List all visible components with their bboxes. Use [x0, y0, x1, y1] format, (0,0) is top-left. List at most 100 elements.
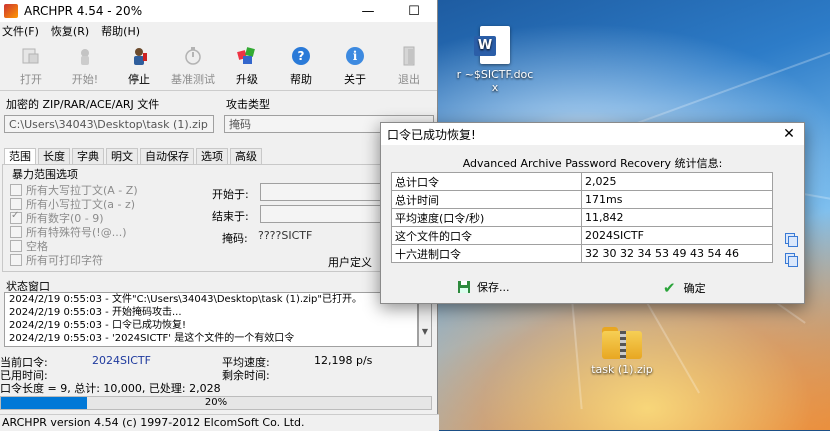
- word-file-name-suffix: x: [491, 81, 499, 94]
- tab-length[interactable]: 长度: [38, 148, 70, 165]
- copy-hex-icon[interactable]: [785, 253, 798, 267]
- tab-advanced[interactable]: 高级: [230, 148, 262, 165]
- checkmark-icon: ✔: [663, 279, 676, 297]
- option-printable[interactable]: 所有可打印字符: [10, 252, 103, 268]
- open-button[interactable]: 打开: [4, 40, 58, 90]
- open-label: 打开: [20, 73, 42, 86]
- tab-plaintext[interactable]: 明文: [106, 148, 138, 165]
- zip-folder-icon: [602, 325, 642, 359]
- desktop-icon-zip-file[interactable]: task (1).zip: [587, 325, 657, 376]
- upgrade-icon: [235, 44, 259, 68]
- status-bar: ARCHPR version 4.54 (c) 1997-2012 ElcomS…: [0, 414, 439, 431]
- remaining-time-label: 剩余时间:: [222, 369, 270, 382]
- floppy-disk-icon: [458, 281, 470, 293]
- special-checkbox[interactable]: [10, 226, 22, 238]
- desktop-icon-word-file[interactable]: W r ~$SICTF.doc x: [440, 26, 550, 94]
- scroll-down-icon[interactable]: ▼: [419, 326, 431, 337]
- stat-key: 总计口令: [391, 172, 582, 191]
- space-checkbox[interactable]: [10, 240, 22, 252]
- user-defined-label[interactable]: 用户定义: [328, 254, 372, 270]
- about-label: 关于: [344, 73, 366, 86]
- table-row: 总计口令 2,025: [391, 172, 773, 191]
- table-row: 十六进制口令 32 30 32 34 53 49 43 54 46: [391, 244, 773, 263]
- archpr-app-icon: [4, 4, 18, 18]
- stat-value: 171ms: [581, 190, 773, 209]
- encrypted-file-path-field[interactable]: C:\Users\34043\Desktop\task (1).zip: [4, 115, 214, 133]
- menu-file[interactable]: 文件(F): [2, 23, 39, 39]
- toolbar: 打开 开始! 停止 基准测试 升级 ? 帮助 i 关于 退出: [0, 40, 437, 91]
- current-password-value: 2024SICTF: [92, 354, 151, 367]
- tab-dictionary[interactable]: 字典: [72, 148, 104, 165]
- log-line: 2024/2/19 0:55:03 - 开始掩码攻击...: [9, 307, 182, 318]
- copy-password-icon[interactable]: [785, 233, 798, 247]
- dialog-titlebar[interactable]: 口令已成功恢复! ✕: [381, 123, 804, 145]
- save-button[interactable]: 保存...: [457, 279, 510, 295]
- attack-type-label: 攻击类型: [226, 98, 270, 111]
- ok-label: 确定: [683, 282, 706, 295]
- start-button[interactable]: 开始!: [58, 40, 112, 90]
- progress-bar: 20%: [0, 396, 432, 410]
- statistics-table: 总计口令 2,025 总计时间 171ms 平均速度(口令/秒) 11,842 这个文…: [391, 172, 773, 263]
- stop-label: 停止: [128, 73, 150, 86]
- mask-label: 掩码:: [222, 232, 248, 245]
- digits-checkbox[interactable]: [10, 210, 22, 224]
- benchmark-label: 基准测试: [171, 73, 215, 86]
- table-row: 平均速度(口令/秒) 11,842: [391, 208, 773, 227]
- printable-checkbox[interactable]: [10, 254, 22, 266]
- svg-text:i: i: [353, 49, 358, 63]
- dialog-close-button[interactable]: ✕: [774, 126, 804, 142]
- start-from-label: 开始于:: [212, 188, 249, 201]
- status-log[interactable]: 2024/2/19 0:55:03 - 文件"C:\Users\34043\De…: [4, 292, 418, 347]
- tab-autosave[interactable]: 自动保存: [140, 148, 194, 165]
- start-label: 开始!: [71, 73, 99, 86]
- uppercase-checkbox[interactable]: [10, 184, 22, 196]
- save-label: 保存...: [477, 281, 510, 294]
- main-titlebar[interactable]: ARCHPR 4.54 - 20% — ☐: [0, 0, 437, 22]
- table-row: 这个文件的口令 2024SICTF: [391, 226, 773, 245]
- stat-value: 2,025: [581, 172, 773, 191]
- stat-value: 11,842: [581, 208, 773, 227]
- stop-icon: [127, 44, 151, 68]
- table-row: 总计时间 171ms: [391, 190, 773, 209]
- exit-label: 退出: [398, 73, 420, 86]
- exit-button[interactable]: 退出: [382, 40, 436, 90]
- start-icon: [73, 44, 97, 68]
- stat-value[interactable]: 32 30 32 34 53 49 43 54 46: [581, 244, 773, 263]
- statistics-heading: Advanced Archive Password Recovery 统计信息:: [462, 157, 723, 170]
- tab-options[interactable]: 选项: [196, 148, 228, 165]
- encrypted-file-label: 加密的 ZIP/RAR/ACE/ARJ 文件: [6, 98, 160, 111]
- word-document-icon: W: [474, 26, 510, 64]
- exit-door-icon: [397, 44, 421, 68]
- minimize-button[interactable]: —: [345, 0, 391, 22]
- window-title: ARCHPR 4.54 - 20%: [24, 4, 143, 18]
- log-line: 2024/2/19 0:55:03 - 文件"C:\Users\34043\De…: [9, 294, 362, 305]
- ok-button[interactable]: ✔ 确定: [663, 279, 706, 297]
- lowercase-checkbox[interactable]: [10, 198, 22, 210]
- archpr-main-window: ARCHPR 4.54 - 20% — ☐ 文件(F) 恢复(R) 帮助(H) …: [0, 0, 439, 431]
- benchmark-button[interactable]: 基准测试: [166, 40, 220, 90]
- average-speed-value: 12,198 p/s: [314, 354, 373, 367]
- word-file-name: ~$SICTF.doc: [464, 68, 534, 81]
- menu-help[interactable]: 帮助(H): [101, 23, 140, 39]
- stop-button[interactable]: 停止: [112, 40, 166, 90]
- progress-text: 20%: [204, 397, 228, 408]
- about-icon: i: [343, 44, 367, 68]
- tab-range[interactable]: 范围: [4, 148, 36, 165]
- maximize-button[interactable]: ☐: [391, 0, 437, 22]
- help-icon: ?: [289, 44, 313, 68]
- zip-file-name: task (1).zip: [591, 363, 653, 376]
- word-file-prefix: r: [456, 68, 462, 81]
- stat-value[interactable]: 2024SICTF: [581, 226, 773, 245]
- range-group-label: 暴力范围选项: [12, 168, 78, 181]
- options-tabs: 范围 长度 字典 明文 自动保存 选项 高级: [4, 148, 264, 165]
- svg-text:?: ?: [298, 49, 305, 63]
- stat-key: 总计时间: [391, 190, 582, 209]
- help-label: 帮助: [290, 73, 312, 86]
- end-at-label: 结束于:: [212, 210, 249, 223]
- password-summary: 口令长度 = 9, 总计: 10,000, 已处理: 2,028: [0, 382, 221, 395]
- help-button[interactable]: ? 帮助: [274, 40, 328, 90]
- about-button[interactable]: i 关于: [328, 40, 382, 90]
- upgrade-button[interactable]: 升级: [220, 40, 274, 90]
- menu-recovery[interactable]: 恢复(R): [51, 23, 89, 39]
- password-recovered-dialog: 口令已成功恢复! ✕ Advanced Archive Password Rec…: [380, 122, 805, 304]
